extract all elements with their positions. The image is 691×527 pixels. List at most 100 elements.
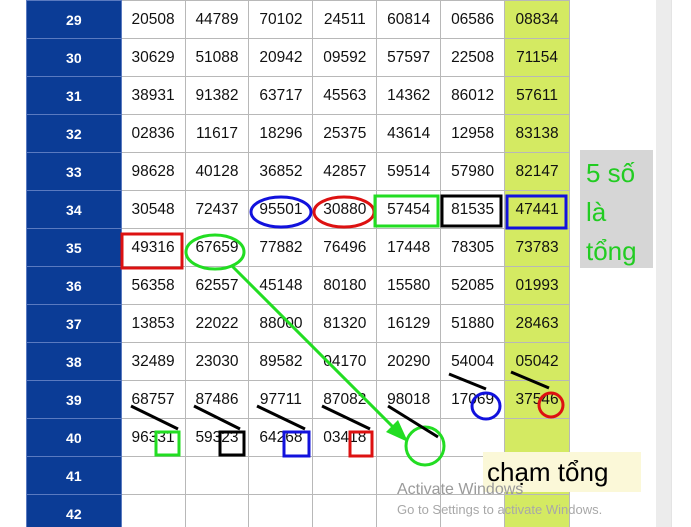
result-cell: 76496: [312, 228, 378, 267]
table-row: 38 32489 23030 89582 04170 20290 54004 05042: [26, 342, 570, 381]
row-number: 29: [26, 0, 122, 39]
row-number: 36: [26, 266, 122, 305]
result-cell: 59514: [376, 152, 442, 191]
result-cell: 30880: [312, 190, 378, 229]
result-cell: 47441: [504, 190, 570, 229]
result-cell: [184, 494, 250, 527]
results-body: 29 20508 44789 70102 24511 60814 06586 08834 30 3…: [26, 0, 570, 527]
result-cell: 83138: [504, 114, 570, 153]
result-cell: 23030: [184, 342, 250, 381]
result-cell: 60814: [376, 0, 442, 39]
table-row: 35 49316 67659 77882 76496 17448 78305 73783: [26, 228, 570, 267]
result-cell: 25375: [312, 114, 378, 153]
result-cell: 73783: [504, 228, 570, 267]
result-cell: 68757: [120, 380, 186, 419]
row-number: 33: [26, 152, 122, 191]
result-cell: 95501: [248, 190, 314, 229]
result-cell: [440, 418, 506, 457]
result-cell: 57454: [376, 190, 442, 229]
table-row: 34 30548 72437 95501 30880 57454 81535 47441: [26, 190, 570, 229]
result-cell: 81320: [312, 304, 378, 343]
row-number: 32: [26, 114, 122, 153]
table-row: 36 56358 62557 45148 80180 15580 52085 01993: [26, 266, 570, 305]
vertical-scrollbar[interactable]: [656, 0, 671, 527]
result-cell: 96331: [120, 418, 186, 457]
table-row: 39 68757 87486 97711 87082 98018 17069 37546: [26, 380, 570, 419]
result-cell: [376, 418, 442, 457]
result-cell: 08834: [504, 0, 570, 39]
lottery-results-table: 29 20508 44789 70102 24511 60814 06586 08834 30 3…: [26, 0, 570, 527]
result-cell: 15580: [376, 266, 442, 305]
result-cell: 45563: [312, 76, 378, 115]
result-cell: 18296: [248, 114, 314, 153]
result-cell: 89582: [248, 342, 314, 381]
row-number: 38: [26, 342, 122, 381]
row-number: 34: [26, 190, 122, 229]
result-cell: 03418: [312, 418, 378, 457]
result-cell: 44789: [184, 0, 250, 39]
row-number: 37: [26, 304, 122, 343]
result-cell: 98018: [376, 380, 442, 419]
result-cell: 86012: [440, 76, 506, 115]
result-cell: 12958: [440, 114, 506, 153]
result-cell: 80180: [312, 266, 378, 305]
table-row: 31 38931 91382 63717 45563 14362 86012 57611: [26, 76, 570, 115]
table-row: 40 96331 59323 64268 03418: [26, 418, 570, 457]
result-cell: 57611: [504, 76, 570, 115]
table-row: 30 30629 51088 20942 09592 57597 22508 71154: [26, 38, 570, 77]
result-cell: 02836: [120, 114, 186, 153]
result-cell: 97711: [248, 380, 314, 419]
result-cell: 30629: [120, 38, 186, 77]
result-cell: [248, 494, 314, 527]
result-cell: 88000: [248, 304, 314, 343]
result-cell: 05042: [504, 342, 570, 381]
row-number: 40: [26, 418, 122, 457]
result-cell: [184, 456, 250, 495]
result-cell: 81535: [440, 190, 506, 229]
left-gutter: [0, 0, 26, 527]
result-cell: 17069: [440, 380, 506, 419]
row-number: 39: [26, 380, 122, 419]
result-cell: 71154: [504, 38, 570, 77]
watermark-subtitle: Go to Settings to activate Windows.: [397, 502, 603, 517]
result-cell: [504, 418, 570, 457]
result-cell: 32489: [120, 342, 186, 381]
result-cell: 59323: [184, 418, 250, 457]
result-cell: 28463: [504, 304, 570, 343]
results-grid: 29 20508 44789 70102 24511 60814 06586 08834 30 3…: [26, 0, 570, 527]
result-cell: 16129: [376, 304, 442, 343]
result-cell: [120, 494, 186, 527]
result-cell: 24511: [312, 0, 378, 39]
result-cell: 87082: [312, 380, 378, 419]
result-cell: 04170: [312, 342, 378, 381]
result-cell: [120, 456, 186, 495]
window-edge: [671, 0, 691, 527]
result-cell: 45148: [248, 266, 314, 305]
result-cell: 20508: [120, 0, 186, 39]
result-cell: [248, 456, 314, 495]
result-cell: 56358: [120, 266, 186, 305]
result-cell: 36852: [248, 152, 314, 191]
result-cell: 11617: [184, 114, 250, 153]
result-cell: 62557: [184, 266, 250, 305]
result-cell: 09592: [312, 38, 378, 77]
result-cell: 82147: [504, 152, 570, 191]
table-row: 29 20508 44789 70102 24511 60814 06586 08834: [26, 0, 570, 39]
row-number: 31: [26, 76, 122, 115]
result-cell: 98628: [120, 152, 186, 191]
result-cell: 70102: [248, 0, 314, 39]
result-cell: 64268: [248, 418, 314, 457]
result-cell: 40128: [184, 152, 250, 191]
row-number: 30: [26, 38, 122, 77]
table-row: 32 02836 11617 18296 25375 43614 12958 83138: [26, 114, 570, 153]
result-cell: [312, 494, 378, 527]
result-cell: 42857: [312, 152, 378, 191]
result-cell: 30548: [120, 190, 186, 229]
result-cell: [312, 456, 378, 495]
result-cell: 49316: [120, 228, 186, 267]
result-cell: 54004: [440, 342, 506, 381]
result-cell: 51088: [184, 38, 250, 77]
result-cell: 57980: [440, 152, 506, 191]
result-cell: 87486: [184, 380, 250, 419]
result-cell: 63717: [248, 76, 314, 115]
